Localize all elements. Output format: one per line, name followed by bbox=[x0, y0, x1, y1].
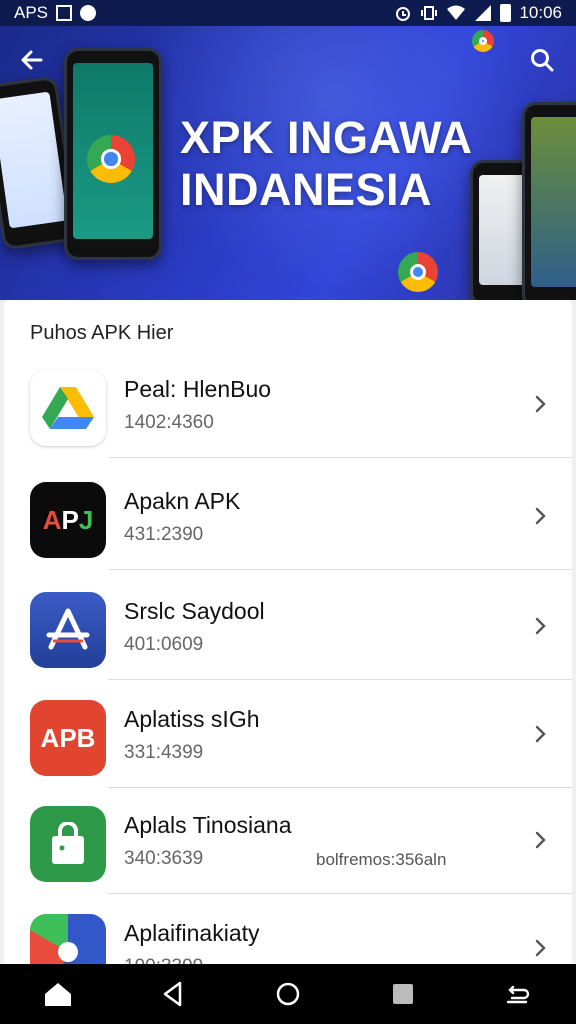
banner-title-line1: XPK INGAWA bbox=[180, 112, 473, 163]
app-name: Aplals Tinosiana bbox=[124, 812, 292, 838]
chrome-icon bbox=[398, 252, 438, 292]
recents-nav-button[interactable] bbox=[383, 974, 423, 1014]
search-button[interactable] bbox=[524, 42, 560, 78]
app-list-card: Puhos APK Hier Peal: HlenBuo 1402:4360 A… bbox=[4, 300, 572, 990]
phone-screen bbox=[0, 91, 68, 229]
home-nav-button[interactable] bbox=[38, 974, 78, 1014]
app-name: Peal: HlenBuo bbox=[124, 376, 272, 402]
app-extra-info: bolfremos:356aln bbox=[316, 850, 447, 869]
status-bar: APS 10:06 bbox=[0, 0, 576, 26]
back-nav-button[interactable] bbox=[153, 974, 193, 1014]
clock-time: 10:06 bbox=[519, 3, 562, 22]
status-right: 10:06 bbox=[394, 3, 562, 23]
banner-title-line2: INDANESIA bbox=[180, 164, 433, 215]
app-version: 401:0609 bbox=[124, 634, 204, 655]
app-version: 431:2390 bbox=[124, 524, 204, 545]
chevron-right-icon bbox=[535, 617, 546, 635]
signal-icon bbox=[475, 5, 492, 21]
search-icon bbox=[531, 49, 554, 72]
chevron-right-icon bbox=[535, 831, 546, 849]
triangle-back-icon bbox=[163, 981, 182, 1007]
app-version: 340:3639 bbox=[124, 848, 204, 869]
list-item[interactable]: Srslc Saydool 401:0609 bbox=[4, 570, 572, 680]
home-circle-nav-button[interactable] bbox=[268, 974, 308, 1014]
system-nav-bar bbox=[0, 964, 576, 1024]
list-item[interactable]: Peal: HlenBuo 1402:4360 bbox=[4, 348, 572, 458]
phone-screen bbox=[531, 117, 576, 287]
chevron-right-icon bbox=[535, 725, 546, 743]
app-name: Srslc Saydool bbox=[124, 598, 265, 624]
circle-home-icon bbox=[276, 982, 300, 1006]
banner-title: XPK INGAWA INDANESIA bbox=[180, 112, 473, 216]
rotate-nav-button[interactable] bbox=[498, 974, 538, 1014]
chevron-right-icon bbox=[535, 507, 546, 525]
back-button[interactable] bbox=[14, 42, 50, 78]
chevron-right-icon bbox=[535, 395, 546, 413]
chrome-icon-small bbox=[472, 30, 494, 52]
square-recents-icon bbox=[393, 984, 414, 1004]
list-item[interactable]: APJ Apakn APK 431:2390 bbox=[4, 460, 572, 570]
phone-screen bbox=[479, 175, 527, 285]
home-icon bbox=[44, 983, 71, 1006]
battery-icon bbox=[500, 4, 512, 22]
status-left: APS bbox=[14, 3, 97, 23]
divider bbox=[108, 457, 572, 458]
shopping-bag-icon bbox=[30, 806, 106, 882]
hero-banner: XPK INGAWA INDANESIA bbox=[0, 26, 576, 300]
list-item[interactable]: APB Aplatiss sIGh 331:4399 bbox=[4, 678, 572, 788]
list-header: Puhos APK Hier bbox=[30, 322, 174, 344]
drive-icon bbox=[30, 370, 106, 446]
gallery-notification-icon bbox=[56, 5, 73, 21]
rotate-icon bbox=[507, 985, 530, 1004]
app-name: Aplaifinakiaty bbox=[124, 920, 260, 946]
app-version: 331:4399 bbox=[124, 742, 204, 763]
notification-dot-icon bbox=[80, 5, 97, 21]
alarm-icon bbox=[396, 7, 411, 21]
apb-logo-icon: APB bbox=[30, 700, 106, 776]
phone-illustration-right bbox=[522, 102, 576, 300]
carrier-label: APS bbox=[14, 3, 49, 22]
chrome-icon bbox=[87, 135, 135, 183]
vibrate-icon bbox=[421, 6, 438, 20]
app-store-icon bbox=[30, 592, 106, 668]
app-name: Apakn APK bbox=[124, 488, 241, 514]
back-arrow-icon bbox=[21, 50, 43, 70]
phone-illustration-center bbox=[64, 48, 162, 260]
list-item[interactable]: Aplals Tinosiana 340:3639 bolfremos:356a… bbox=[4, 784, 572, 894]
app-name: Aplatiss sIGh bbox=[124, 706, 260, 732]
chevron-right-icon bbox=[535, 939, 546, 957]
app-version: 1402:4360 bbox=[124, 412, 214, 433]
wifi-icon bbox=[447, 5, 466, 20]
apj-logo-icon: APJ bbox=[30, 482, 106, 558]
